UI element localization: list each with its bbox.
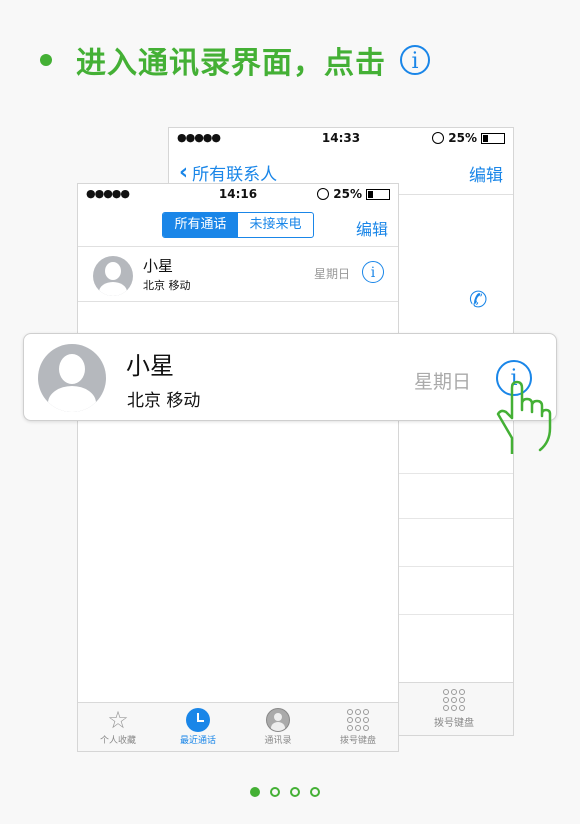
page-dot[interactable] (290, 787, 300, 797)
battery-percent: 25% (333, 187, 362, 201)
bullet-dot (40, 54, 52, 66)
page-dot[interactable] (310, 787, 320, 797)
battery-percent: 25% (448, 131, 477, 145)
segment-all-calls[interactable]: 所有通话 (163, 213, 238, 237)
battery-indicator: 25% (432, 131, 505, 145)
edit-button[interactable]: 编辑 (356, 216, 388, 240)
page-indicator (250, 787, 320, 797)
divider (399, 518, 513, 519)
rotation-lock-icon (317, 188, 330, 200)
contact-subtitle: 北京 移动 (127, 391, 201, 411)
battery-indicator: 25% (317, 187, 390, 201)
tab-bar: ☆ 个人收藏 最近通话 通讯录 拨号键盘 (78, 702, 398, 751)
tab-label: 最近通话 (179, 736, 216, 746)
tab-keypad[interactable]: 拨号键盘 (318, 703, 398, 751)
call-row[interactable]: 小星 北京 移动 星期日 i (78, 247, 398, 302)
tab-favorites[interactable]: ☆ 个人收藏 (78, 703, 158, 751)
phone-call-icon[interactable]: ✆ (469, 288, 487, 313)
chevron-left-icon: ‹ (179, 160, 189, 185)
star-icon: ☆ (107, 706, 129, 734)
status-bar: ●●●●● 14:16 25% (78, 184, 398, 206)
pointing-hand-icon (496, 380, 552, 454)
tab-keypad[interactable]: 拨号键盘 (424, 689, 484, 729)
divider (399, 614, 513, 615)
tab-label: 通讯录 (264, 736, 292, 746)
divider (399, 566, 513, 567)
status-bar: ●●●●● 14:33 25% (169, 128, 513, 150)
rotation-lock-icon (432, 132, 445, 144)
edit-button[interactable]: 编辑 (469, 161, 503, 186)
contacts-icon (266, 708, 290, 732)
tab-recents[interactable]: 最近通话 (158, 703, 238, 751)
info-icon[interactable]: i (362, 261, 384, 283)
call-day: 星期日 (414, 371, 472, 393)
page-dot[interactable] (250, 787, 260, 797)
contact-subtitle: 北京 移动 (143, 279, 191, 292)
clock-icon (186, 708, 210, 732)
avatar (38, 344, 106, 412)
headline: 进入通讯录界面，点击 i (40, 36, 430, 84)
battery-icon (481, 132, 505, 144)
headline-text: 进入通讯录界面，点击 (76, 46, 386, 81)
tab-label: 个人收藏 (99, 736, 136, 746)
call-day: 星期日 (313, 267, 350, 281)
contact-name: 小星 (143, 257, 174, 275)
nav-bar: 所有通话 未接来电 编辑 (78, 206, 398, 247)
divider (399, 473, 513, 474)
zoomed-call-row[interactable]: 小星 北京 移动 星期日 i (23, 333, 557, 421)
tutorial-card: 进入通讯录界面，点击 i ●●●●● 14:33 25% ‹ 所有联系人 编辑 … (0, 0, 580, 824)
contact-name: 小星 (126, 352, 174, 380)
tab-label: 拨号键盘 (339, 736, 376, 746)
back-label: 所有联系人 (192, 165, 278, 185)
segment-missed-calls[interactable]: 未接来电 (238, 213, 313, 237)
battery-icon (366, 188, 390, 200)
page-dot[interactable] (270, 787, 280, 797)
info-icon: i (400, 45, 430, 75)
avatar (93, 256, 133, 296)
recents-screen: ●●●●● 14:16 25% 所有通话 未接来电 编辑 小星 北京 移动 星期… (77, 183, 399, 752)
segmented-control: 所有通话 未接来电 (162, 212, 314, 238)
tab-contacts[interactable]: 通讯录 (238, 703, 318, 751)
tab-label: 拨号键盘 (434, 718, 474, 729)
keypad-icon (443, 689, 465, 711)
keypad-icon (347, 709, 369, 731)
back-button[interactable]: ‹ 所有联系人 (179, 160, 277, 185)
